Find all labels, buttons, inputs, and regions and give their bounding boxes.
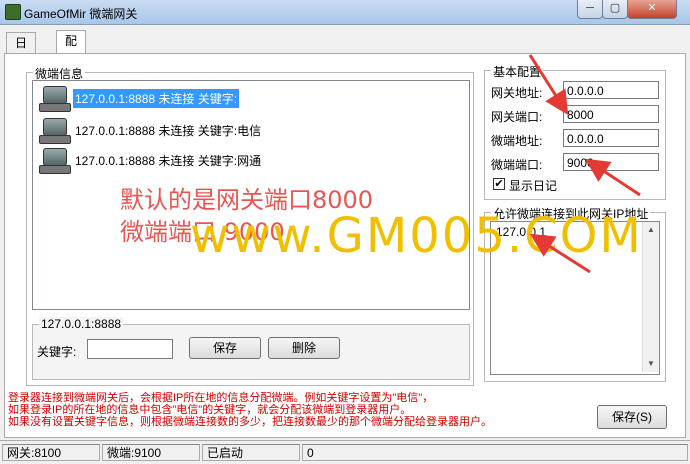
maximize-button[interactable]: ▢ [602, 0, 628, 19]
window-title: GameOfMir 微端网关 [24, 7, 138, 21]
gateway-address-label: 网关地址: [491, 86, 543, 100]
client-port-label: 微端端口: [491, 158, 543, 172]
list-item[interactable]: 127.0.0.1:8888 未连接 关键字:网通 [37, 145, 263, 175]
status-client: 微端:9100 [102, 444, 200, 461]
status-state: 已启动 [202, 444, 300, 461]
gateway-port-input[interactable]: 8000 [563, 105, 659, 123]
save-button[interactable]: 保存(S) [597, 405, 667, 429]
keyword-label: 关键字: [37, 345, 77, 359]
basic-config-legend: 基本配置 [491, 63, 544, 80]
show-log-checkbox[interactable]: ✔ [493, 178, 505, 190]
scroll-up-icon[interactable]: ▲ [647, 225, 655, 234]
scroll-down-icon[interactable]: ▼ [647, 359, 655, 368]
client-address-input[interactable]: 0.0.0.0 [563, 129, 659, 147]
client-address-label: 微端地址: [491, 134, 543, 148]
title-bar: GameOfMir 微端网关 ─ ▢ ✕ [0, 0, 690, 25]
close-button[interactable]: ✕ [627, 0, 677, 19]
keyword-input[interactable] [87, 339, 173, 359]
show-log-label: 显示日记 [509, 179, 558, 193]
list-item[interactable]: 127.0.0.1:8888 未连接 关键字:电信 [37, 115, 263, 145]
app-icon [5, 4, 21, 20]
list-item[interactable]: 127.0.0.1:8888 未连接 关键字: [37, 83, 240, 113]
watermark: www.GM005.COM [190, 208, 643, 264]
save-client-button[interactable]: 保存 [189, 337, 261, 359]
client-row-text: 127.0.0.1:8888 未连接 关键字:电信 [75, 123, 262, 138]
computer-icon [37, 117, 71, 144]
gateway-port-label: 网关端口: [491, 110, 543, 124]
computer-icon [37, 85, 71, 112]
minimize-button[interactable]: ─ [577, 0, 603, 19]
client-port-input[interactable]: 9000 [563, 153, 659, 171]
gateway-address-input[interactable]: 0.0.0.0 [563, 81, 659, 99]
client-editor-address: 127.0.0.1:8888 [39, 317, 124, 331]
tab-config[interactable]: 配置 [56, 30, 87, 68]
note-line: 如果没有设置关键字信息，则根据微端连接数的多少，把连接数最少的那个微端分配给登录… [8, 416, 492, 428]
delete-client-button[interactable]: 删除 [268, 337, 340, 359]
client-row-text: 127.0.0.1:8888 未连接 关键字:网通 [75, 153, 262, 168]
tab-log[interactable]: 日记 [6, 32, 37, 70]
status-bar: 网关:8100 微端:9100 已启动 0 [0, 440, 690, 464]
status-gateway: 网关:8100 [2, 444, 100, 461]
client-row-text: 127.0.0.1:8888 未连接 关键字: [73, 88, 240, 108]
computer-icon [37, 147, 71, 174]
vertical-scrollbar[interactable]: ▲ ▼ [642, 222, 659, 372]
status-count: 0 [302, 444, 688, 461]
